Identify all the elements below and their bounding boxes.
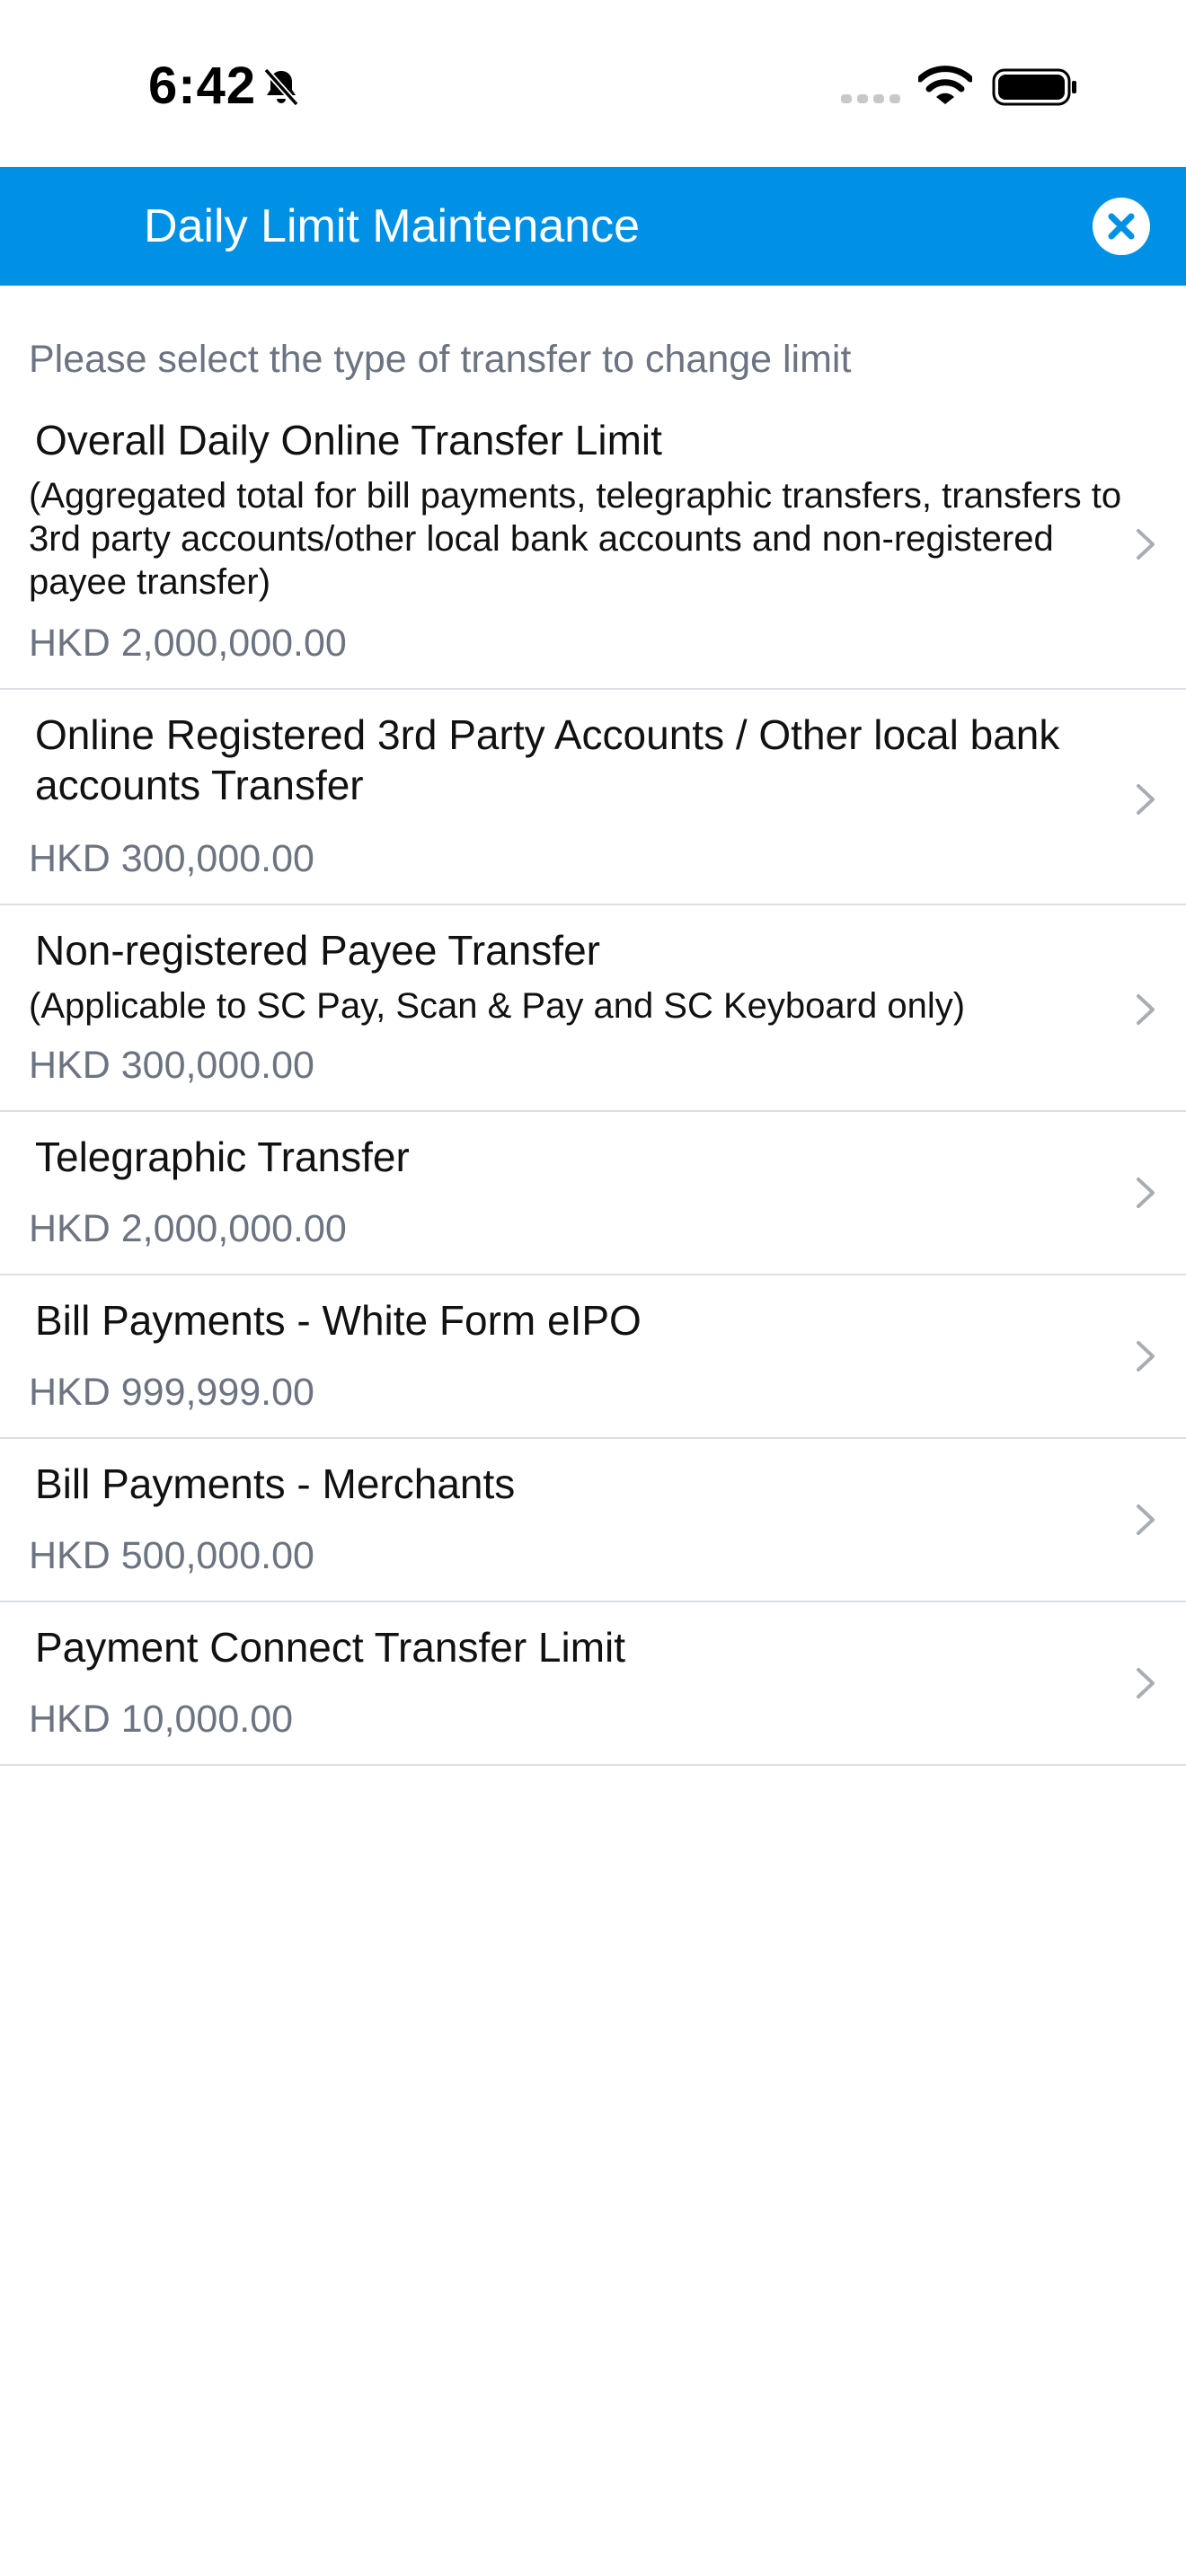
- transfer-limit-list: Overall Daily Online Transfer Limit (Agg…: [0, 399, 1186, 1766]
- limit-item-title: Payment Connect Transfer Limit: [35, 1624, 626, 1671]
- chevron-right-icon: [1137, 1341, 1155, 1372]
- limit-item-title: Online Registered 3rd Party Accounts / O…: [35, 711, 1060, 808]
- limit-item-title: Bill Payments - White Form eIPO: [35, 1297, 642, 1344]
- limit-item-amount: HKD 300,000.00: [29, 837, 314, 880]
- limit-item-telegraphic-transfer[interactable]: Telegraphic Transfer HKD 2,000,000.00: [0, 1112, 1186, 1275]
- limit-item-overall-daily[interactable]: Overall Daily Online Transfer Limit (Agg…: [0, 399, 1186, 690]
- chevron-right-icon: [1137, 1178, 1155, 1208]
- limit-item-amount: HKD 10,000.00: [29, 1698, 294, 1741]
- limit-item-bill-payments-merchants[interactable]: Bill Payments - Merchants HKD 500,000.00: [0, 1439, 1186, 1602]
- limit-item-registered-3rd-party[interactable]: Online Registered 3rd Party Accounts / O…: [0, 690, 1186, 905]
- cellular-signal-icon: [841, 94, 900, 103]
- limit-item-description: (Aggregated total for bill payments, tel…: [29, 476, 1122, 602]
- status-bar: 6:42: [0, 0, 1186, 167]
- app-header: Daily Limit Maintenance: [0, 167, 1186, 286]
- limit-item-description: (Applicable to SC Pay, Scan & Pay and SC…: [29, 986, 966, 1026]
- wifi-icon: [918, 66, 972, 104]
- limit-item-title: Non-registered Payee Transfer: [35, 927, 600, 974]
- chevron-right-icon: [1137, 529, 1155, 560]
- limit-item-amount: HKD 300,000.00: [29, 1044, 314, 1087]
- page-title: Daily Limit Maintenance: [144, 200, 641, 252]
- instruction-text: Please select the type of transfer to ch…: [29, 338, 852, 381]
- limit-item-amount: HKD 500,000.00: [29, 1534, 314, 1577]
- limit-item-amount: HKD 2,000,000.00: [29, 622, 347, 665]
- limit-item-title: Overall Daily Online Transfer Limit: [35, 417, 662, 463]
- chevron-right-icon: [1137, 994, 1155, 1025]
- status-time: 6:42: [148, 57, 257, 115]
- limit-item-amount: HKD 2,000,000.00: [29, 1207, 347, 1250]
- limit-item-title: Bill Payments - Merchants: [35, 1460, 516, 1507]
- battery-icon: [992, 68, 1076, 106]
- chevron-right-icon: [1137, 784, 1155, 815]
- limit-item-non-registered-payee[interactable]: Non-registered Payee Transfer (Applicabl…: [0, 905, 1186, 1112]
- limit-item-amount: HKD 999,999.00: [29, 1371, 314, 1414]
- bell-muted-icon: [263, 67, 299, 107]
- limit-item-payment-connect[interactable]: Payment Connect Transfer Limit HKD 10,00…: [0, 1602, 1186, 1766]
- limit-item-bill-payments-eipo[interactable]: Bill Payments - White Form eIPO HKD 999,…: [0, 1275, 1186, 1439]
- close-icon: [1108, 213, 1135, 240]
- chevron-right-icon: [1137, 1504, 1155, 1535]
- close-button[interactable]: [1093, 198, 1150, 255]
- limit-item-title: Telegraphic Transfer: [35, 1134, 410, 1180]
- chevron-right-icon: [1137, 1668, 1155, 1698]
